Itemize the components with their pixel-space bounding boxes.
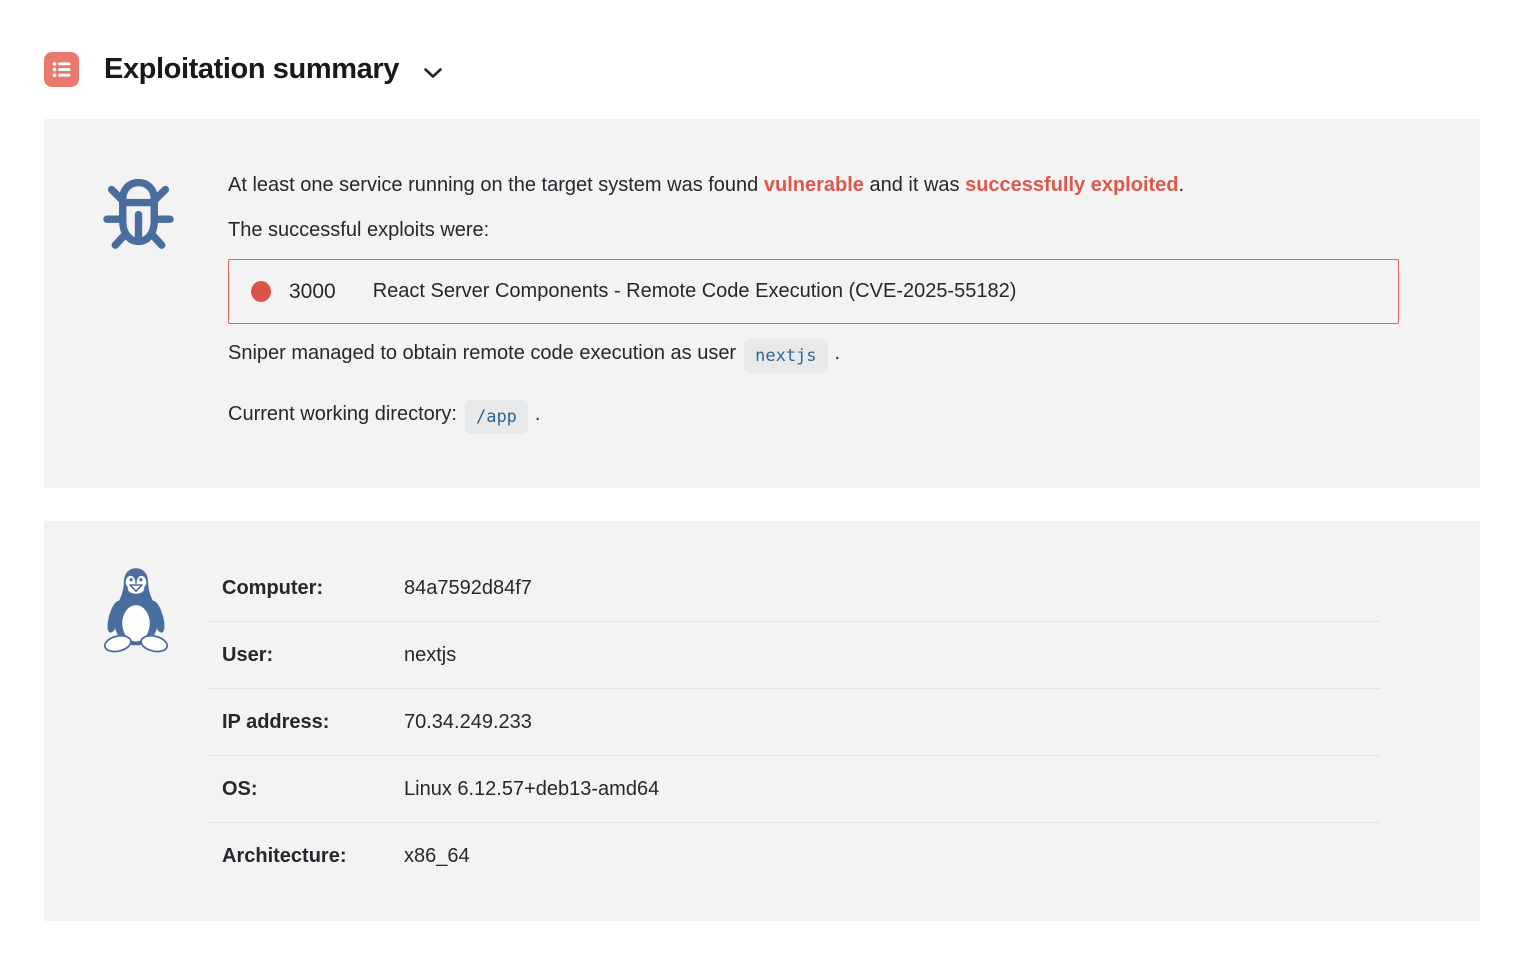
row-label: User: xyxy=(222,644,404,667)
exploitation-content: At least one service running on the targ… xyxy=(228,171,1399,434)
exploitation-intro: At least one service running on the targ… xyxy=(228,171,1399,199)
exploit-finding-box: 3000 React Server Components - Remote Co… xyxy=(228,259,1399,324)
exploit-name: React Server Components - Remote Code Ex… xyxy=(373,277,1017,306)
section-header: Exploitation summary xyxy=(44,52,1480,87)
row-label: OS: xyxy=(222,778,404,801)
exploit-port: 3000 xyxy=(289,277,336,306)
report-page: Exploitation summary At least one servic xyxy=(0,0,1536,921)
linux-tux-icon xyxy=(100,555,175,890)
cwd-code-chip: /app xyxy=(465,400,528,434)
row-label: Architecture: xyxy=(222,845,404,868)
page-title: Exploitation summary xyxy=(104,53,399,86)
list-icon xyxy=(44,52,79,87)
row-label: IP address: xyxy=(222,711,404,734)
table-row: Computer: 84a7592d84f7 xyxy=(208,555,1380,622)
bug-icon xyxy=(94,171,183,434)
vulnerable-highlight: vulnerable xyxy=(764,174,864,196)
table-row: OS: Linux 6.12.57+deb13-amd64 xyxy=(208,756,1380,823)
row-value: nextjs xyxy=(404,644,456,667)
exploitation-panel: At least one service running on the targ… xyxy=(44,119,1480,488)
severity-dot-icon xyxy=(251,281,271,302)
cwd-line: Current working directory:/app. xyxy=(228,397,1399,434)
host-info-table: Computer: 84a7592d84f7 User: nextjs IP a… xyxy=(208,555,1380,890)
exploited-highlight: successfully exploited xyxy=(965,174,1178,196)
table-row: User: nextjs xyxy=(208,622,1380,689)
table-row: IP address: 70.34.249.233 xyxy=(208,689,1380,756)
row-value: Linux 6.12.57+deb13-amd64 xyxy=(404,778,659,801)
table-row: Architecture: x86_64 xyxy=(208,823,1380,890)
host-info-panel: Computer: 84a7592d84f7 User: nextjs IP a… xyxy=(44,521,1480,921)
row-label: Computer: xyxy=(222,577,404,600)
rce-user-line: Sniper managed to obtain remote code exe… xyxy=(228,336,1399,373)
exploits-label: The successful exploits were: xyxy=(228,216,1399,244)
row-value: 84a7592d84f7 xyxy=(404,577,532,600)
user-code-chip: nextjs xyxy=(744,339,827,373)
row-value: 70.34.249.233 xyxy=(404,711,532,734)
row-value: x86_64 xyxy=(404,845,470,868)
chevron-down-icon[interactable] xyxy=(423,61,443,79)
